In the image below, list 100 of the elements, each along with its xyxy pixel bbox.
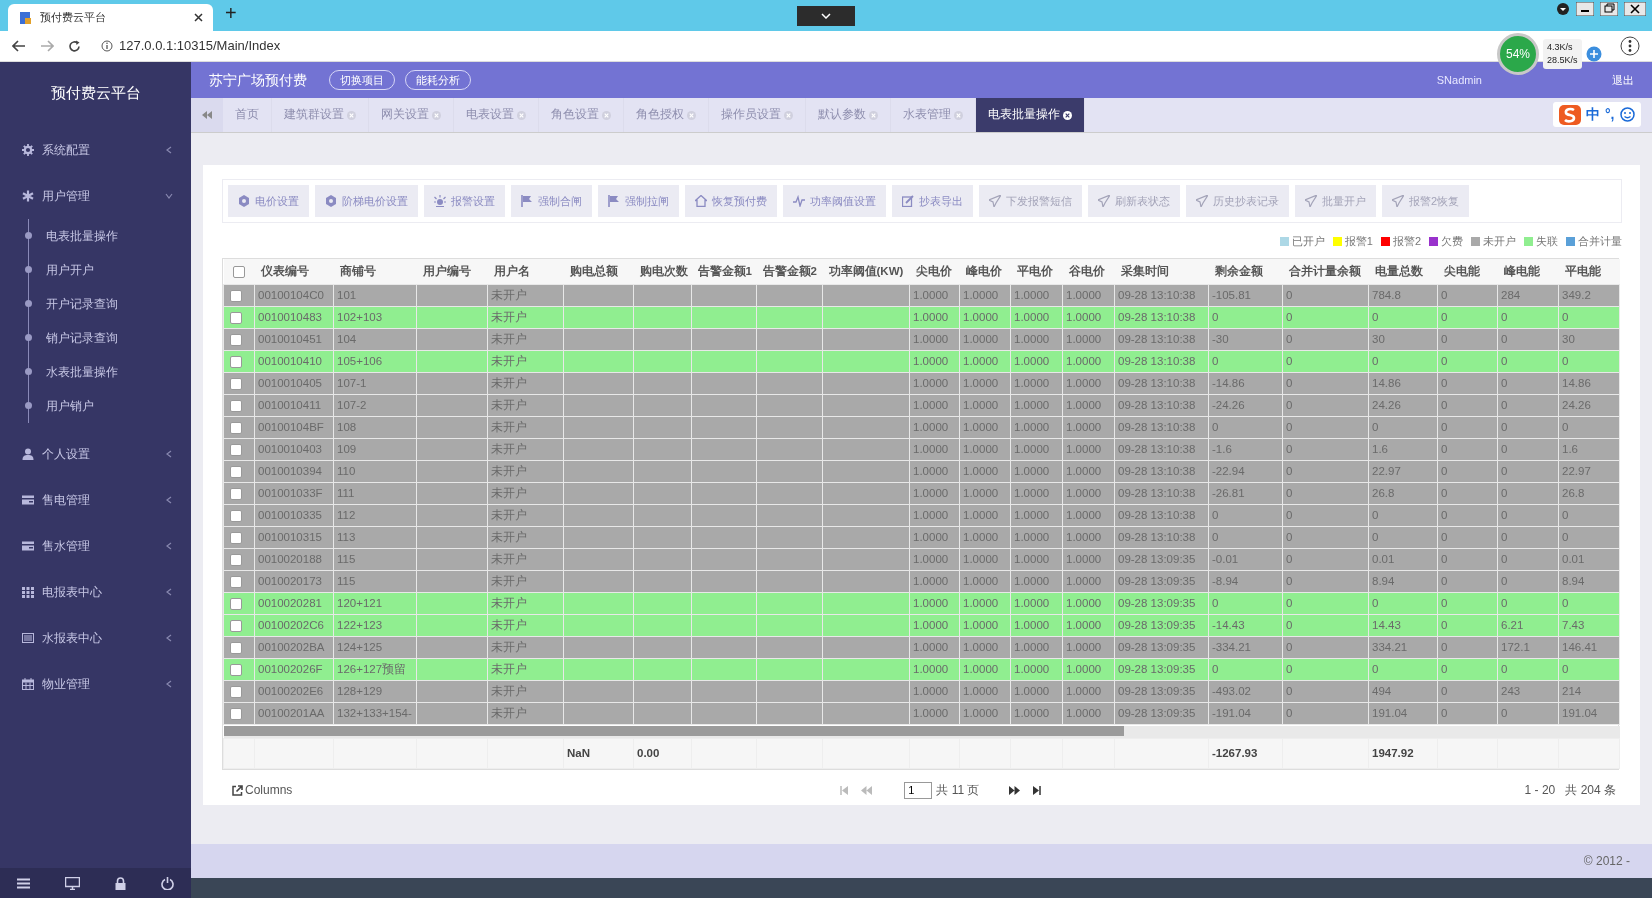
table-row[interactable]: 0010010394 110 未开户 1.0000 1.0000 1.0000 1.0000 09-28 13:10:38 -22.94 0 22.97 0 0 22.97 bbox=[223, 460, 1620, 483]
last-page-icon[interactable] bbox=[1032, 785, 1042, 795]
tab[interactable]: 电表批量操作 bbox=[976, 98, 1085, 132]
sidebar-item[interactable]: 售水管理 bbox=[0, 522, 191, 569]
row-checkbox[interactable] bbox=[230, 399, 242, 412]
table-row[interactable]: 0010010403 109 未开户 1.0000 1.0000 1.0000 1.0000 09-28 13:10:38 -1.6 0 1.6 0 0 1.6 bbox=[223, 438, 1620, 461]
monitor-icon[interactable] bbox=[65, 876, 81, 890]
ime-mode[interactable]: 中 bbox=[1586, 104, 1600, 125]
row-checkbox[interactable] bbox=[230, 531, 242, 544]
table-row[interactable]: 0010020173 115 未开户 1.0000 1.0000 1.0000 1.0000 09-28 13:09:35 -8.94 0 8.94 0 0 8.94 bbox=[223, 570, 1620, 593]
table-row[interactable]: 00100202E6 128+129 未开户 1.0000 1.0000 1.0000 1.0000 09-28 13:09:35 -493.02 0 494 0 243 214 bbox=[223, 680, 1620, 703]
select-all-checkbox[interactable] bbox=[232, 265, 245, 278]
toolbar-button[interactable]: 强制合闸 bbox=[511, 185, 592, 217]
table-row[interactable]: 00100104BF 108 未开户 1.0000 1.0000 1.0000 1.0000 09-28 13:10:38 0 0 0 0 0 0 bbox=[223, 416, 1620, 439]
row-checkbox[interactable] bbox=[230, 377, 242, 390]
lock-icon[interactable] bbox=[114, 876, 126, 890]
tab[interactable]: 首页 bbox=[223, 98, 272, 132]
profile-icon[interactable] bbox=[1556, 2, 1570, 16]
sidebar-subitem[interactable]: 开户记录查询 bbox=[29, 286, 191, 321]
toolbar-button[interactable]: 强制拉闸 bbox=[598, 185, 679, 217]
sidebar-item[interactable]: 电报表中心 bbox=[0, 568, 191, 615]
page-input[interactable]: 1 bbox=[904, 781, 933, 799]
row-checkbox[interactable] bbox=[230, 641, 242, 654]
first-page-icon[interactable] bbox=[840, 785, 850, 795]
toolbar-button[interactable]: 电价设置 bbox=[228, 185, 309, 217]
menu-icon[interactable] bbox=[1620, 36, 1640, 56]
previous-page-icon[interactable] bbox=[861, 785, 873, 795]
table-row[interactable]: 001002026F 126+127预留 未开户 1.0000 1.0000 1.0000 1.0000 09-28 13:09:35 0 0 0 0 0 0 bbox=[223, 658, 1620, 681]
table-row[interactable]: 0010010315 113 未开户 1.0000 1.0000 1.0000 1.0000 09-28 13:10:38 0 0 0 0 0 0 bbox=[223, 526, 1620, 549]
row-checkbox[interactable] bbox=[230, 553, 242, 566]
table-row[interactable]: 0010010451 104 未开户 1.0000 1.0000 1.0000 1.0000 09-28 13:10:38 -30 0 30 0 0 30 bbox=[223, 328, 1620, 351]
user-name[interactable]: SNadmin bbox=[1436, 71, 1482, 89]
table-row[interactable]: 001001033F 111 未开户 1.0000 1.0000 1.0000 1.0000 09-28 13:10:38 -26.81 0 26.8 0 0 26.8 bbox=[223, 482, 1620, 505]
table-row[interactable]: 0010020281 120+121 未开户 1.0000 1.0000 1.0000 1.0000 09-28 13:09:35 0 0 0 0 0 0 bbox=[223, 592, 1620, 615]
table-row[interactable]: 0010010411 107-2 未开户 1.0000 1.0000 1.0000 1.0000 09-28 13:10:38 -24.26 0 24.26 0 0 24.26 bbox=[223, 394, 1620, 417]
row-checkbox[interactable] bbox=[230, 487, 242, 500]
power-icon[interactable] bbox=[160, 876, 174, 890]
close-icon[interactable] bbox=[1063, 110, 1072, 120]
reload-icon[interactable] bbox=[68, 39, 81, 53]
row-checkbox[interactable] bbox=[230, 663, 242, 676]
sidebar-item[interactable]: 用户管理 bbox=[0, 172, 191, 219]
row-checkbox[interactable] bbox=[230, 597, 242, 610]
sidebar-subitem[interactable]: 销户记录查询 bbox=[29, 320, 191, 355]
browser-tab[interactable]: 预付费云平台 bbox=[8, 4, 213, 31]
scrollbar-thumb[interactable] bbox=[223, 726, 1124, 736]
table-row[interactable]: 00100104C0 101 未开户 1.0000 1.0000 1.0000 1.0000 09-28 13:10:38 -105.81 0 784.8 0 284 349.2 bbox=[223, 284, 1620, 307]
row-checkbox[interactable] bbox=[230, 333, 242, 346]
toolbar-button[interactable]: 阶梯电价设置 bbox=[315, 185, 418, 217]
next-page-icon[interactable] bbox=[1009, 785, 1021, 795]
sidebar-item[interactable]: 售电管理 bbox=[0, 476, 191, 523]
tab[interactable]: 操作员设置 bbox=[709, 98, 806, 132]
sidebar-item[interactable]: 系统配置 bbox=[0, 126, 191, 173]
ime-punctuation[interactable]: °, bbox=[1605, 104, 1615, 125]
tab[interactable]: 网关设置 bbox=[369, 98, 454, 132]
row-checkbox[interactable] bbox=[230, 465, 242, 478]
row-checkbox[interactable] bbox=[230, 355, 242, 368]
tab[interactable]: 角色设置 bbox=[539, 98, 624, 132]
row-checkbox[interactable] bbox=[230, 289, 242, 302]
table-row[interactable]: 0010010335 112 未开户 1.0000 1.0000 1.0000 1.0000 09-28 13:10:38 0 0 0 0 0 0 bbox=[223, 504, 1620, 527]
sidebar-subitem[interactable]: 用户销户 bbox=[29, 388, 191, 423]
row-checkbox[interactable] bbox=[230, 443, 242, 456]
row-checkbox[interactable] bbox=[230, 311, 242, 324]
sidebar-item[interactable]: 物业管理 bbox=[0, 660, 191, 707]
row-checkbox[interactable] bbox=[230, 619, 242, 632]
scroll-left-button[interactable] bbox=[191, 98, 223, 132]
new-tab-button[interactable]: + bbox=[225, 0, 237, 28]
toolbar-button[interactable]: 恢复预付费 bbox=[685, 185, 777, 217]
columns-button[interactable]: Columns bbox=[232, 781, 293, 799]
tab[interactable]: 电表设置 bbox=[454, 98, 539, 132]
row-checkbox[interactable] bbox=[230, 685, 242, 698]
toolbar-button[interactable]: 功率阈值设置 bbox=[783, 185, 886, 217]
back-icon[interactable] bbox=[12, 40, 26, 52]
table-row[interactable]: 00100202BA 124+125 未开户 1.0000 1.0000 1.0000 1.0000 09-28 13:09:35 -334.21 0 334.21 0 172.1 146.41 bbox=[223, 636, 1620, 659]
logout-link[interactable]: 退出 bbox=[1612, 71, 1634, 89]
tab[interactable]: 默认参数 bbox=[806, 98, 891, 132]
table-row[interactable]: 0010010405 107-1 未开户 1.0000 1.0000 1.0000 1.0000 09-28 13:10:38 -14.86 0 14.86 0 0 14.86 bbox=[223, 372, 1620, 395]
row-checkbox[interactable] bbox=[230, 575, 242, 588]
table-row[interactable]: 0010010410 105+106 未开户 1.0000 1.0000 1.0000 1.0000 09-28 13:10:38 0 0 0 0 0 0 bbox=[223, 350, 1620, 373]
tab-search-button[interactable] bbox=[797, 6, 855, 26]
row-checkbox[interactable] bbox=[230, 707, 242, 720]
sidebar-subitem[interactable]: 电表批量操作 bbox=[29, 218, 191, 253]
sidebar-item[interactable]: 个人设置 bbox=[0, 430, 191, 477]
toolbar-button[interactable]: 抄表导出 bbox=[892, 185, 973, 217]
table-row[interactable]: 00100202C6 122+123 未开户 1.0000 1.0000 1.0000 1.0000 09-28 13:09:35 -14.43 0 14.43 0 6.21 7.43 bbox=[223, 614, 1620, 637]
restore-icon[interactable] bbox=[1600, 2, 1618, 16]
close-icon[interactable] bbox=[1624, 2, 1646, 16]
sidebar-item[interactable]: 水报表中心 bbox=[0, 614, 191, 661]
table-row[interactable]: 0010020188 115 未开户 1.0000 1.0000 1.0000 1.0000 09-28 13:09:35 -0.01 0 0.01 0 0 0.01 bbox=[223, 548, 1620, 571]
close-icon[interactable] bbox=[194, 13, 203, 22]
toolbar-button[interactable]: 报警设置 bbox=[424, 185, 505, 217]
tab[interactable]: 建筑群设置 bbox=[272, 98, 369, 132]
input-method-bar[interactable]: 中 °, bbox=[1553, 102, 1641, 127]
forward-icon[interactable] bbox=[40, 40, 54, 52]
row-checkbox[interactable] bbox=[230, 509, 242, 522]
sidebar-subitem[interactable]: 水表批量操作 bbox=[29, 354, 191, 389]
table-row[interactable]: 00100201AA 132+133+154- 未开户 1.0000 1.0000 1.0000 1.0000 09-28 13:09:35 -191.04 0 191.04 0 0 191.04 bbox=[223, 702, 1620, 725]
row-checkbox[interactable] bbox=[230, 421, 242, 434]
plus-icon[interactable] bbox=[1585, 46, 1602, 62]
tab[interactable]: 角色授权 bbox=[624, 98, 709, 132]
scrollbar-track[interactable] bbox=[223, 726, 1620, 738]
